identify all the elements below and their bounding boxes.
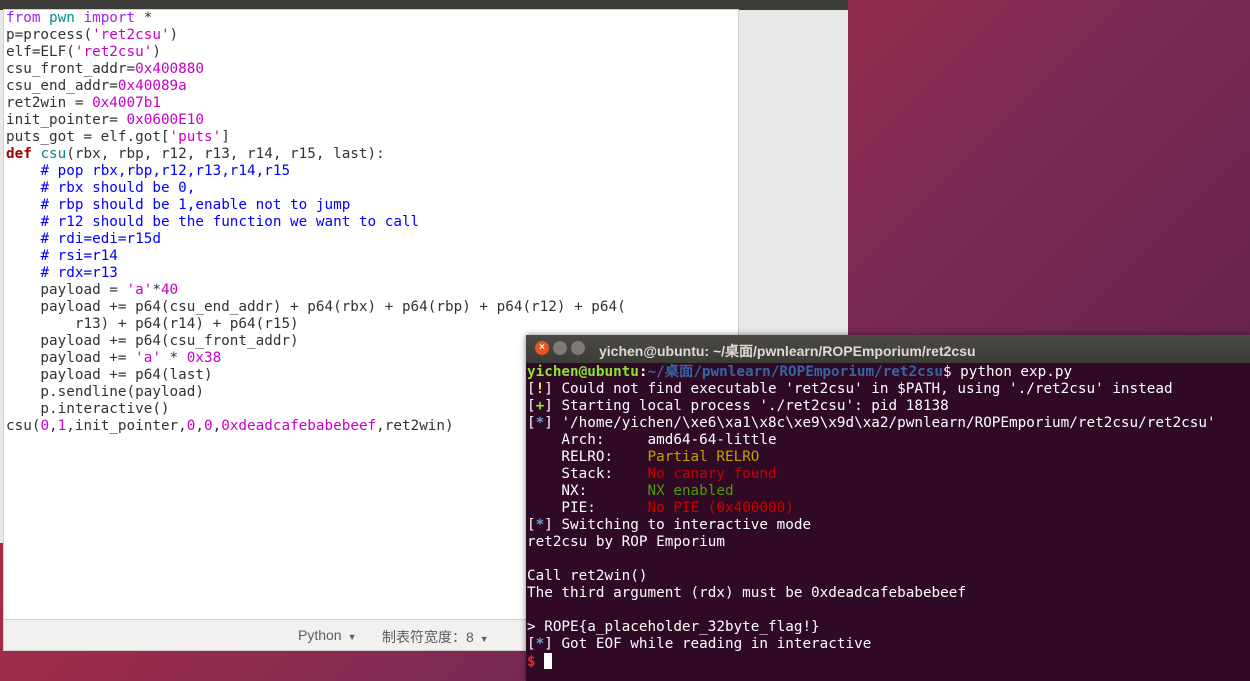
path-line: '/home/yichen/\xe6\xa1\x8c\xe9\x9d\xa2/p… [561,415,1216,431]
pie-value: No PIE (0x400000) [647,500,794,516]
nx-label: NX: [527,483,648,499]
switch-line: Switching to interactive mode [561,517,812,533]
arch-label: Arch: [527,432,648,448]
close-icon[interactable]: × [535,341,549,355]
start-line: Starting local process './ret2csu': pid … [561,398,949,414]
output-line: The third argument (rdx) must be 0xdeadc… [527,585,966,601]
terminal-window[interactable]: × yichen@ubuntu: ~/桌面/pwnlearn/ROPEmpori… [526,335,1250,681]
language-selector[interactable]: Python ▼ [298,627,357,643]
info-tag: * [535,415,545,431]
tab-width-label: 制表符宽度：8 [382,629,474,645]
chevron-down-icon: ▼ [479,634,489,644]
info-tag: * [535,636,545,652]
language-label: Python [298,627,342,643]
tab-width-selector[interactable]: 制表符宽度：8 ▼ [382,627,489,647]
prompt-path: ~/桌面/pwnlearn/ROPEmporium/ret2csu [647,364,943,380]
terminal-title: yichen@ubuntu: ~/桌面/pwnlearn/ROPEmporium… [599,343,976,359]
stack-label: Stack: [527,466,648,482]
final-prompt: $ [527,654,536,670]
arch-value: amd64-64-little [647,432,777,448]
command: python exp.py [960,364,1073,380]
maximize-icon[interactable] [571,341,585,355]
chevron-down-icon: ▼ [347,632,357,642]
relro-label: RELRO: [527,449,648,465]
warn-tag: ! [535,381,545,397]
terminal-output[interactable]: yichen@ubuntu:~/桌面/pwnlearn/ROPEmporium/… [526,363,1250,671]
output-line: Call ret2win() [527,568,648,584]
terminal-titlebar[interactable]: × yichen@ubuntu: ~/桌面/pwnlearn/ROPEmpori… [526,335,1250,363]
terminal-cursor [544,653,553,669]
stack-value: No canary found [647,466,777,482]
warn-line: Could not find executable 'ret2csu' in $… [561,381,1173,397]
pie-label: PIE: [527,500,648,516]
prompt-user: yichen@ubuntu [527,364,639,380]
relro-value: Partial RELRO [647,449,760,465]
info-tag: * [535,517,545,533]
output-line: ret2csu by ROP Emporium [527,534,725,550]
flag-line: > ROPE{a_placeholder_32byte_flag!} [527,619,820,635]
start-tag: + [535,398,545,414]
eof-line: Got EOF while reading in interactive [561,636,872,652]
minimize-icon[interactable] [553,341,567,355]
nx-value: NX enabled [647,483,734,499]
